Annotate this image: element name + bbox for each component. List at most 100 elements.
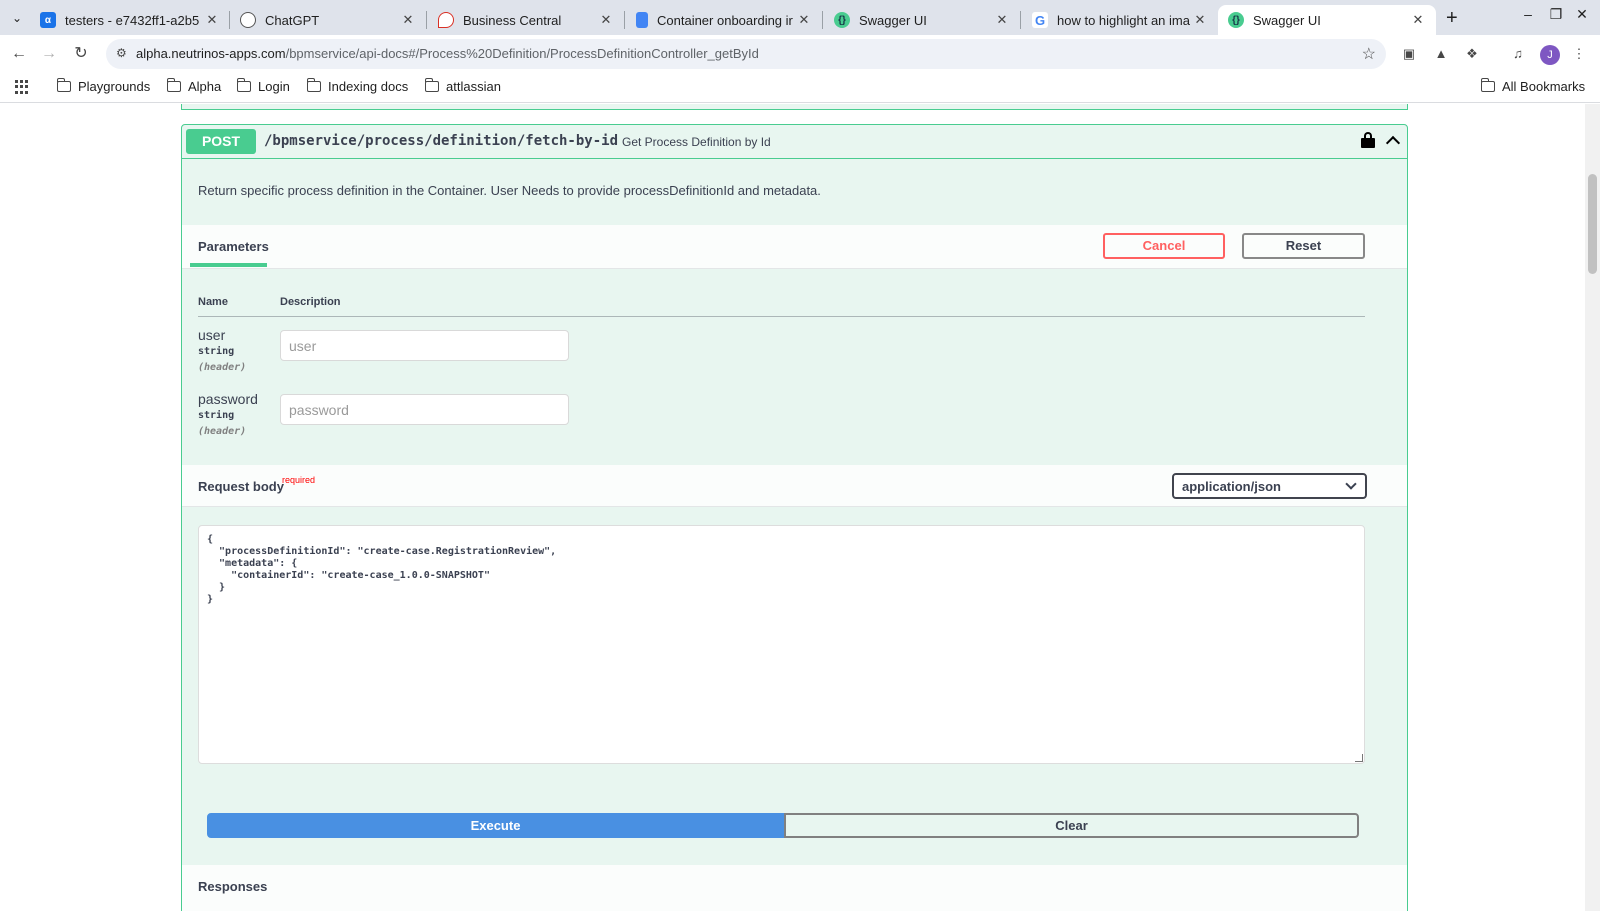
operation-description: Return specific process definition in th… [198, 183, 821, 198]
tab-title: how to highlight an ima [1057, 12, 1190, 28]
close-icon[interactable]: ✕ [598, 12, 614, 28]
swagger-icon: {} [834, 12, 850, 28]
google-icon: G [1032, 12, 1048, 28]
column-header-description: Description [280, 296, 341, 308]
media-control-icon[interactable]: ♫ [1509, 45, 1527, 63]
bookmark-star-icon[interactable]: ☆ [1362, 44, 1376, 64]
tab-title: Business Central [463, 12, 562, 28]
tab-swagger-ui[interactable]: {} Swagger UI ✕ [824, 5, 1020, 35]
google-docs-icon [636, 12, 648, 28]
tab-chatgpt[interactable]: ChatGPT ✕ [230, 5, 426, 35]
param-location: (header) [198, 426, 247, 437]
tab-business-central[interactable]: Business Central ✕ [428, 5, 624, 35]
bookmark-label: attlassian [446, 79, 501, 94]
folder-icon [424, 78, 439, 92]
password-input[interactable] [280, 394, 569, 425]
bookmark-alpha[interactable]: Alpha [166, 78, 222, 94]
extension-icon[interactable]: ▲ [1432, 45, 1450, 63]
tab-search-icon[interactable]: ⌄ [7, 8, 27, 28]
chevron-down-icon [1345, 478, 1357, 490]
forward-icon[interactable]: → [39, 44, 59, 64]
minimize-icon[interactable]: – [1518, 6, 1538, 22]
param-name-password: password [198, 391, 258, 407]
param-type: string [198, 410, 235, 421]
tab-swagger-ui-active[interactable]: {} Swagger UI ✕ [1218, 5, 1436, 35]
tab-parameters[interactable]: Parameters [198, 239, 269, 254]
user-input[interactable] [280, 330, 569, 361]
extension-icon[interactable]: ▣ [1400, 45, 1418, 63]
method-badge: POST [186, 129, 256, 154]
tab-title: Swagger UI [859, 12, 927, 28]
bookmark-attlassian[interactable]: attlassian [424, 78, 501, 94]
tab-google-search[interactable]: G how to highlight an ima ✕ [1022, 5, 1218, 35]
param-location: (header) [198, 362, 247, 373]
page-scrollbar[interactable] [1585, 104, 1600, 911]
lock-icon[interactable] [1361, 132, 1375, 148]
operation-summary[interactable]: POST /bpmservice/process/definition/fetc… [182, 125, 1407, 159]
tab-title: ChatGPT [265, 12, 320, 28]
close-icon[interactable]: ✕ [1410, 12, 1426, 28]
operation-block: POST /bpmservice/process/definition/fetc… [181, 124, 1408, 911]
request-body-editor[interactable]: { "processDefinitionId": "create-case.Re… [198, 525, 1365, 764]
close-icon[interactable]: ✕ [400, 12, 416, 28]
folder-icon [1480, 78, 1495, 92]
address-bar[interactable]: ⚙ alpha.neutrinos-apps.com/bpmservice/ap… [106, 39, 1386, 69]
operation-path: /bpmservice/process/definition/fetch-by-… [264, 133, 619, 149]
resize-handle-icon[interactable] [1355, 754, 1363, 762]
close-icon[interactable]: ✕ [796, 12, 812, 28]
new-tab-icon[interactable]: + [1446, 7, 1458, 30]
tab-title: Swagger UI [1253, 12, 1321, 28]
scrollbar-thumb[interactable] [1588, 174, 1597, 274]
extensions-puzzle-icon[interactable]: ❖ [1463, 45, 1481, 63]
alpha-icon: α [40, 12, 56, 28]
restore-icon[interactable]: ❐ [1546, 6, 1566, 23]
bookmark-label: Indexing docs [328, 79, 409, 94]
close-icon[interactable]: ✕ [204, 12, 220, 28]
reset-button[interactable]: Reset [1242, 233, 1365, 259]
operation-summary-text: Get Process Definition by Id [622, 135, 771, 149]
business-central-icon [438, 12, 454, 28]
browser-toolbar: ← → ↻ ⚙ alpha.neutrinos-apps.com/bpmserv… [0, 35, 1600, 73]
param-type: string [198, 346, 235, 357]
chevron-up-icon[interactable] [1385, 133, 1399, 147]
bookmark-login[interactable]: Login [236, 78, 290, 94]
back-icon[interactable]: ← [9, 44, 29, 64]
parameters-header: Parameters Cancel Reset [182, 225, 1407, 269]
all-bookmarks[interactable]: All Bookmarks [1480, 78, 1586, 94]
bookmark-label: All Bookmarks [1502, 79, 1586, 94]
page-viewport: POST /bpmservice/process/definition/fetc… [0, 104, 1600, 911]
responses-header: Responses [182, 865, 1407, 911]
column-header-name: Name [198, 296, 228, 308]
close-icon[interactable]: ✕ [1192, 12, 1208, 28]
window-close-icon[interactable]: ✕ [1572, 6, 1592, 23]
param-name-user: user [198, 327, 226, 343]
folder-icon [306, 78, 321, 92]
folder-icon [236, 78, 251, 92]
folder-icon [56, 78, 71, 92]
tab-separator [1020, 11, 1021, 29]
tab-container-onboarding[interactable]: Container onboarding ir ✕ [626, 5, 822, 35]
apps-grid-icon[interactable] [15, 80, 29, 94]
url-host: alpha.neutrinos-apps.com [136, 46, 286, 61]
menu-kebab-icon[interactable]: ⋮ [1570, 45, 1588, 63]
bookmark-label: Playgrounds [78, 79, 151, 94]
cancel-button[interactable]: Cancel [1103, 233, 1225, 259]
content-type-select[interactable]: application/json [1172, 473, 1367, 499]
bookmark-playgrounds[interactable]: Playgrounds [56, 78, 151, 94]
close-icon[interactable]: ✕ [994, 12, 1010, 28]
bookmark-label: Login [258, 79, 290, 94]
site-info-icon[interactable]: ⚙ [116, 46, 127, 60]
tab-title: Container onboarding ir [657, 12, 793, 28]
profile-avatar[interactable]: J [1540, 45, 1560, 65]
reload-icon[interactable]: ↻ [71, 44, 91, 64]
folder-icon [166, 78, 181, 92]
execute-button[interactable]: Execute [207, 813, 784, 838]
clear-button[interactable]: Clear [784, 813, 1359, 838]
bookmark-indexing-docs[interactable]: Indexing docs [306, 78, 409, 94]
tab-separator [624, 11, 625, 29]
request-body-header: Request body required application/json [182, 465, 1407, 507]
bookmark-label: Alpha [188, 79, 222, 94]
tab-testers[interactable]: α testers - e7432ff1-a2b5 ✕ [30, 5, 230, 35]
tab-separator [822, 11, 823, 29]
url-text: alpha.neutrinos-apps.com/bpmservice/api-… [136, 46, 759, 61]
